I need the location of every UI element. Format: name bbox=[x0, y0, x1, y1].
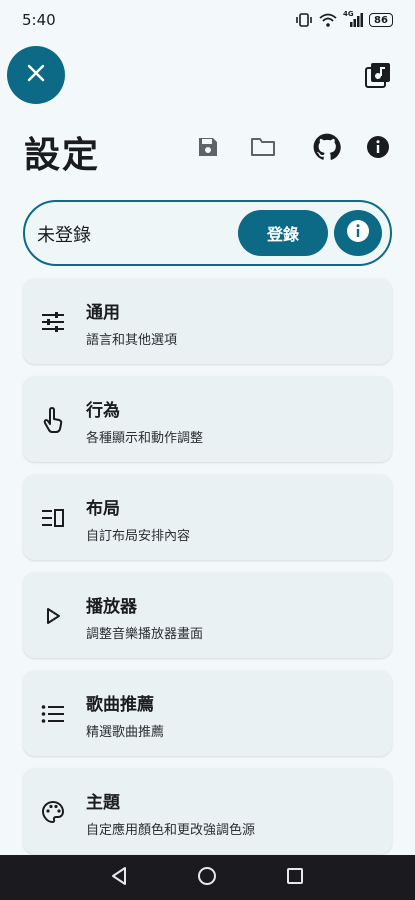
save-button[interactable] bbox=[193, 134, 223, 164]
header-actions bbox=[0, 133, 415, 165]
system-nav-bar bbox=[0, 855, 415, 900]
setting-theme[interactable]: 主題 自定應用顏色和更改強調色源 bbox=[23, 768, 392, 854]
close-icon bbox=[27, 64, 45, 86]
github-button[interactable] bbox=[312, 133, 342, 165]
status-bar: 5:40 4G 86 bbox=[0, 0, 415, 40]
recents-icon bbox=[286, 867, 304, 889]
setting-subtitle: 自定應用顏色和更改強調色源 bbox=[86, 823, 256, 838]
layout-icon bbox=[39, 504, 67, 532]
play-icon bbox=[39, 602, 67, 630]
music-library-icon bbox=[365, 63, 391, 92]
setting-subtitle: 調整音樂播放器畫面 bbox=[86, 627, 204, 642]
home-button[interactable] bbox=[195, 866, 219, 890]
list-icon bbox=[39, 700, 67, 728]
setting-title: 歌曲推薦 bbox=[86, 695, 154, 715]
login-button[interactable]: 登錄 bbox=[238, 210, 328, 256]
settings-screen: 5:40 4G 86 設定 未登錄 登錄 通用 語言和其他選項 行為 各種顯示和… bbox=[0, 0, 415, 900]
setting-title: 布局 bbox=[86, 499, 120, 519]
setting-subtitle: 各種顯示和動作調整 bbox=[86, 431, 204, 446]
touch-icon bbox=[39, 406, 67, 434]
status-icons: 4G 86 bbox=[295, 10, 393, 27]
setting-title: 通用 bbox=[86, 303, 120, 323]
cellular-signal-icon: 4G bbox=[343, 10, 363, 27]
setting-general[interactable]: 通用 語言和其他選項 bbox=[23, 278, 392, 364]
back-icon bbox=[110, 866, 128, 890]
recents-button[interactable] bbox=[283, 866, 307, 890]
wifi-icon bbox=[319, 13, 337, 27]
setting-behavior[interactable]: 行為 各種顯示和動作調整 bbox=[23, 376, 392, 462]
login-status: 未登錄 bbox=[37, 225, 91, 246]
info-icon bbox=[346, 219, 370, 247]
setting-title: 播放器 bbox=[86, 597, 137, 617]
battery-icon: 86 bbox=[369, 13, 393, 27]
setting-recommendations[interactable]: 歌曲推薦 精選歌曲推薦 bbox=[23, 670, 392, 756]
music-library-button[interactable] bbox=[365, 62, 391, 88]
setting-title: 行為 bbox=[86, 401, 120, 421]
home-icon bbox=[197, 866, 217, 890]
info-button[interactable] bbox=[363, 134, 393, 164]
folder-icon bbox=[250, 136, 276, 162]
info-icon bbox=[366, 135, 390, 163]
folder-button[interactable] bbox=[248, 134, 278, 164]
status-time: 5:40 bbox=[22, 11, 56, 29]
close-button[interactable] bbox=[7, 46, 65, 104]
setting-layout[interactable]: 布局 自訂布局安排內容 bbox=[23, 474, 392, 560]
setting-subtitle: 語言和其他選項 bbox=[86, 333, 178, 348]
tune-icon bbox=[39, 308, 67, 336]
setting-subtitle: 自訂布局安排內容 bbox=[86, 529, 191, 544]
save-icon bbox=[196, 135, 220, 163]
github-icon bbox=[313, 133, 341, 165]
setting-player[interactable]: 播放器 調整音樂播放器畫面 bbox=[23, 572, 392, 658]
login-card: 未登錄 登錄 bbox=[23, 200, 392, 266]
setting-subtitle: 精選歌曲推薦 bbox=[86, 725, 165, 740]
login-info-button[interactable] bbox=[334, 210, 382, 256]
back-button[interactable] bbox=[107, 866, 131, 890]
vibrate-icon bbox=[295, 13, 313, 27]
setting-title: 主題 bbox=[86, 793, 120, 813]
palette-icon bbox=[39, 798, 67, 826]
